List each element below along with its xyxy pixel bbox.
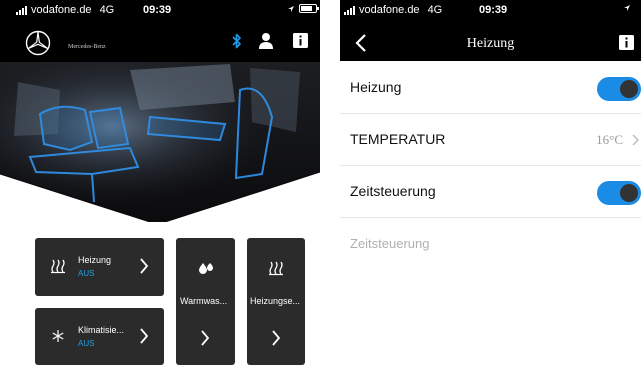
tile-status: AUS [78,269,95,278]
chevron-right-icon [140,258,149,274]
heating-icon [269,261,283,276]
toggle-knob [620,184,638,202]
heating-schedule-tile[interactable]: Heizungse... [247,238,305,365]
row-label: TEMPERATUR [350,131,446,147]
chevron-right-icon [140,328,149,344]
chevron-right-icon [272,330,281,346]
climate-tile[interactable]: Klimatisie... AUS [35,308,164,365]
info-icon[interactable] [619,35,634,50]
temperature-value: 16°C [596,132,623,147]
battery-icon [299,4,319,13]
chevron-right-icon [201,330,210,346]
tile-label: Heizung [78,255,112,265]
heating-tile[interactable]: Heizung AUS [35,238,164,296]
heating-toggle[interactable] [597,77,641,101]
tile-label: Warmwas... [180,296,228,306]
row-label: Zeitsteuerung [350,183,436,199]
warm-water-tile[interactable]: Warmwas... [176,238,235,365]
heating-toggle-row: Heizung [340,62,641,114]
clock: 09:39 [479,4,508,16]
chevron-right-icon [632,134,639,146]
brand-wordmark: Mercedes-Benz [68,44,106,50]
schedule-section-label: Zeitsteuerung [350,236,430,251]
location-arrow-icon [288,5,294,12]
water-drops-icon [199,263,213,274]
signal-icon [344,5,355,15]
signal-icon [16,5,27,15]
tile-label: Klimatisie... [78,325,125,335]
row-label: Heizung [350,79,402,95]
schedule-toggle-row: Zeitsteuerung [340,166,641,218]
mercedes-star-icon [25,30,51,56]
status-bar: vodafone.de 4G 09:39 [0,0,320,18]
home-screen: vodafone.de 4G 09:39 Mercedes-Benz Heizu… [0,0,320,365]
network-type: 4G [99,4,115,16]
heating-settings-screen: vodafone.de 4G 09:39 Heizung Heizung TEM… [340,0,641,365]
carrier-name: vodafone.de [359,4,420,16]
snowflake-icon [52,330,64,342]
bluetooth-icon[interactable] [231,32,242,50]
user-icon[interactable] [258,32,274,50]
temperature-row[interactable]: TEMPERATUR 16°C [340,114,641,166]
status-bar: vodafone.de 4G 09:39 [340,0,641,18]
tile-status: AUS [78,339,95,348]
toggle-knob [620,80,638,98]
carrier-name: vodafone.de [31,4,92,16]
schedule-toggle[interactable] [597,181,641,205]
tile-label: Heizungse... [250,296,301,306]
info-icon[interactable] [293,33,308,48]
location-arrow-icon [624,5,630,11]
page-title: Heizung [466,36,515,51]
heating-icon [51,259,65,274]
network-type: 4G [427,4,443,16]
vehicle-interior-image [0,62,320,222]
clock: 09:39 [143,4,172,16]
